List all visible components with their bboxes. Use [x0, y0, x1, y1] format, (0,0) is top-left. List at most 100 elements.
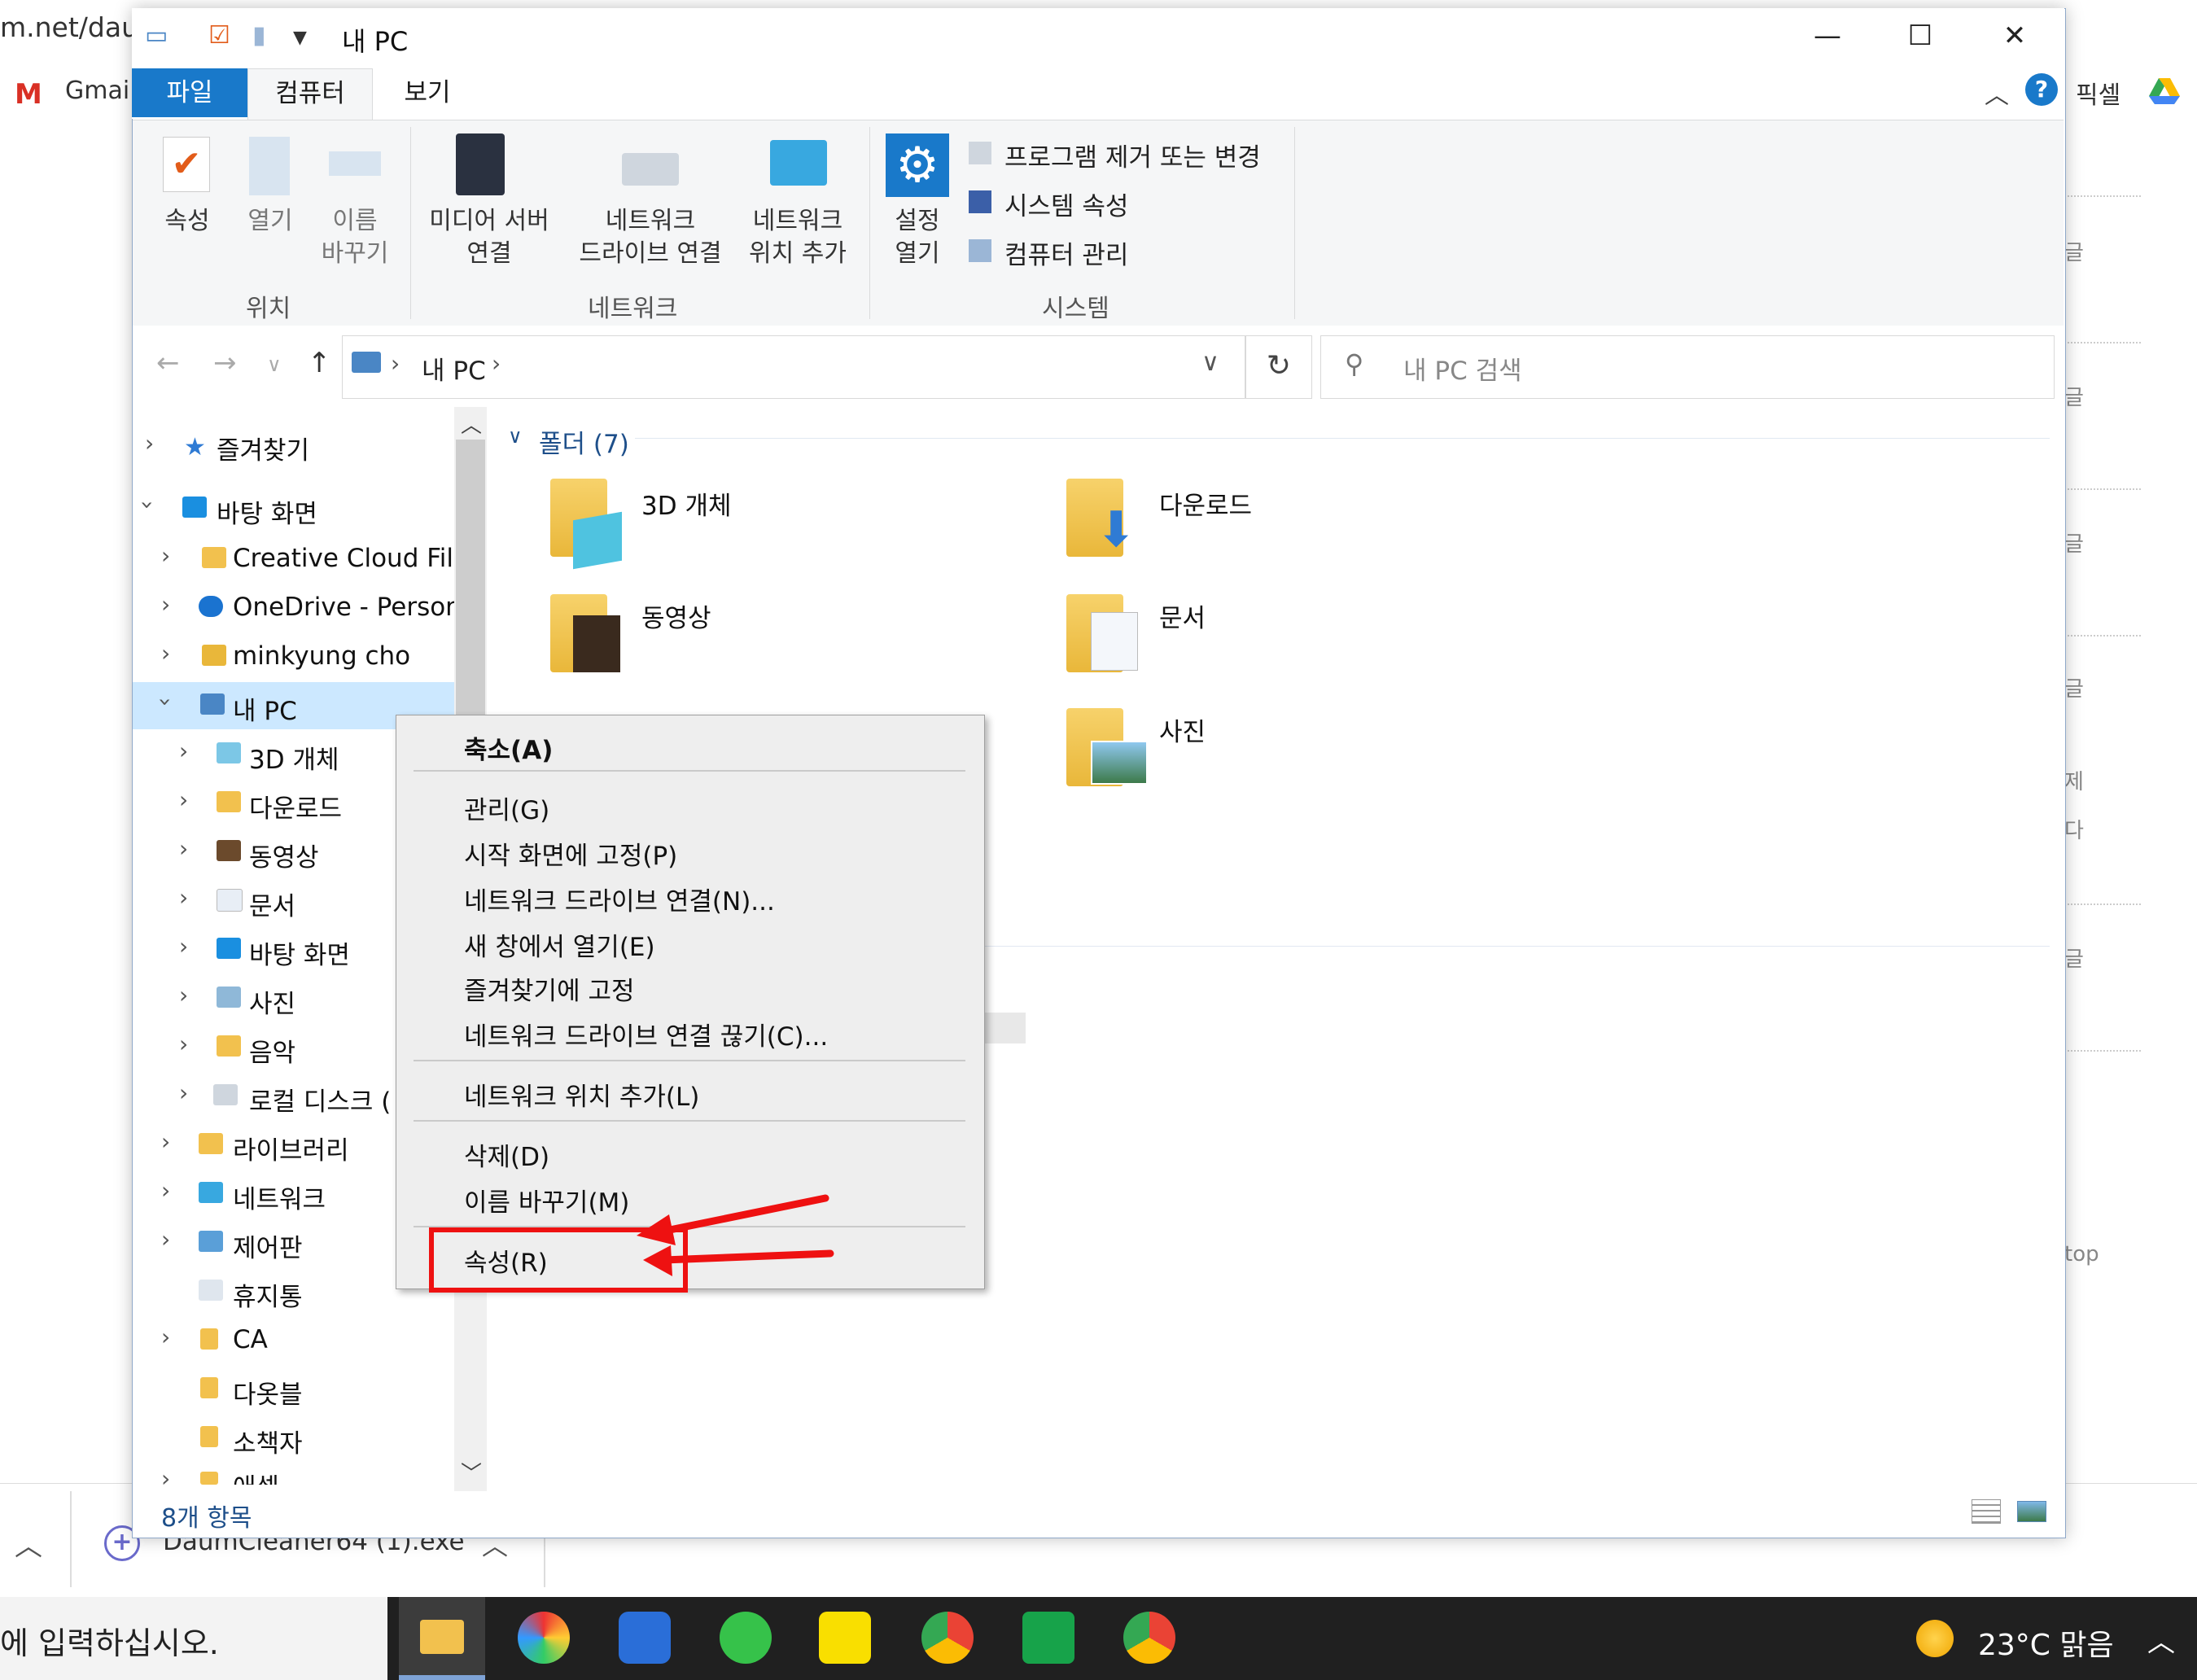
- back-arrow-icon[interactable]: ←: [156, 347, 180, 379]
- expand-chevron-icon[interactable]: ›: [161, 1323, 170, 1350]
- forward-arrow-icon[interactable]: →: [213, 347, 237, 379]
- media-server-line1[interactable]: 미디어 서버: [420, 205, 558, 238]
- add-location-line1[interactable]: 네트워크: [742, 205, 853, 238]
- system-properties-button[interactable]: 시스템 속성: [1004, 186, 1128, 222]
- open-button[interactable]: 열기: [238, 205, 303, 238]
- chrome-icon[interactable]: [921, 1612, 974, 1664]
- tree-item-desktop-folder[interactable]: 바탕 화면: [249, 934, 350, 971]
- expand-chevron-icon[interactable]: ›: [179, 933, 188, 960]
- folder-documents[interactable]: 문서: [1159, 597, 1206, 634]
- expand-chevron-icon[interactable]: ›: [161, 1128, 170, 1155]
- add-location-line2[interactable]: 위치 추가: [742, 238, 853, 270]
- menu-item-manage[interactable]: 관리(G): [464, 790, 549, 826]
- sun-icon[interactable]: [1916, 1620, 1954, 1657]
- menu-item-collapse[interactable]: 축소(A): [464, 729, 553, 766]
- new-folder-qa-icon[interactable]: ▮: [252, 21, 266, 50]
- tray-expand-icon[interactable]: ︿: [2147, 1620, 2175, 1660]
- collapse-chevron-icon[interactable]: ›: [134, 501, 161, 510]
- expand-chevron-icon[interactable]: ›: [161, 591, 170, 618]
- map-drive-line1[interactable]: 네트워크: [558, 205, 742, 238]
- tree-item-local-disk[interactable]: 로컬 디스크 (: [249, 1081, 391, 1118]
- tree-item-ca[interactable]: CA: [233, 1325, 268, 1354]
- google-drive-icon[interactable]: [2149, 77, 2180, 104]
- evernote-icon[interactable]: [720, 1612, 772, 1664]
- expand-chevron-icon[interactable]: ›: [145, 430, 154, 457]
- tree-item-folder[interactable]: 다옷블: [233, 1374, 303, 1411]
- open-settings-line2[interactable]: 열기: [882, 238, 952, 270]
- chevron-up-icon[interactable]: ︿: [15, 1524, 42, 1564]
- tab-computer[interactable]: 컴퓨터: [247, 68, 373, 121]
- browser-url-fragment[interactable]: m.net/dau: [0, 11, 138, 43]
- collapse-chevron-icon[interactable]: ›: [152, 698, 179, 707]
- tree-item-music[interactable]: 음악: [249, 1032, 295, 1069]
- menu-item-delete[interactable]: 삭제(D): [464, 1136, 549, 1173]
- tab-file[interactable]: 파일: [132, 68, 247, 117]
- tree-item-creative-cloud[interactable]: Creative Cloud Files: [233, 544, 482, 573]
- details-view-icon[interactable]: [1972, 1499, 2001, 1524]
- capture-app-icon[interactable]: [619, 1612, 671, 1664]
- folder-3d-objects[interactable]: 3D 개체: [641, 485, 732, 522]
- expand-chevron-icon[interactable]: ›: [161, 1226, 170, 1253]
- tree-item-documents[interactable]: 문서: [249, 886, 295, 922]
- expand-chevron-icon[interactable]: ›: [179, 737, 188, 764]
- expand-chevron-icon[interactable]: ›: [161, 542, 170, 569]
- kakao-k-icon[interactable]: [1022, 1612, 1074, 1664]
- close-button[interactable]: ✕: [1970, 11, 2059, 60]
- menu-item-pin-start[interactable]: 시작 화면에 고정(P): [464, 835, 677, 872]
- ribbon-collapse-icon[interactable]: ︿: [1985, 75, 2009, 111]
- uninstall-program-button[interactable]: 프로그램 제거 또는 변경: [1004, 137, 1261, 173]
- up-arrow-icon[interactable]: ↑: [308, 347, 331, 379]
- menu-item-rename[interactable]: 이름 바꾸기(M): [464, 1182, 629, 1218]
- expand-chevron-icon[interactable]: ›: [179, 1079, 188, 1106]
- menu-item-disconnect-drive[interactable]: 네트워크 드라이브 연결 끊기(C)...: [464, 1016, 828, 1052]
- breadcrumb-current[interactable]: 내 PC: [422, 350, 486, 387]
- taskbar-search-placeholder[interactable]: 에 입력하십시오.: [0, 1618, 219, 1663]
- tree-item-network[interactable]: 네트워크: [233, 1179, 326, 1215]
- search-placeholder[interactable]: 내 PC 검색: [1403, 350, 1522, 387]
- tree-item-onedrive[interactable]: OneDrive - Persona: [233, 593, 477, 622]
- menu-item-open-new-window[interactable]: 새 창에서 열기(E): [464, 926, 655, 963]
- tree-item-user[interactable]: minkyung cho: [233, 641, 410, 671]
- customize-qa-icon[interactable]: ▼: [293, 28, 307, 48]
- open-settings-line1[interactable]: 설정: [882, 205, 952, 238]
- tree-item-desktop[interactable]: 바탕 화면: [217, 493, 317, 530]
- tree-item-control-panel[interactable]: 제어판: [233, 1227, 303, 1264]
- bookmark-gmail[interactable]: Gmail: [65, 77, 137, 105]
- tree-item-libraries[interactable]: 라이브러리: [233, 1130, 349, 1166]
- tree-item-3d-objects[interactable]: 3D 개체: [249, 739, 339, 776]
- rename-button-line2[interactable]: 바꾸기: [313, 238, 397, 270]
- tree-item-this-pc[interactable]: 내 PC: [233, 690, 297, 727]
- folder-pictures[interactable]: 사진: [1159, 711, 1206, 748]
- chrome-profile-icon[interactable]: [1123, 1612, 1175, 1664]
- tree-item-pictures[interactable]: 사진: [249, 983, 295, 1020]
- help-icon[interactable]: ?: [2025, 73, 2058, 106]
- minimize-button[interactable]: —: [1783, 11, 1872, 60]
- expand-chevron-icon[interactable]: ›: [179, 786, 188, 813]
- expand-chevron-icon[interactable]: ›: [161, 640, 170, 667]
- tree-item-favorites[interactable]: 즐겨찾기: [217, 430, 309, 466]
- tree-item-partial[interactable]: 애셀: [233, 1467, 279, 1485]
- menu-item-map-drive[interactable]: 네트워크 드라이브 연결(N)...: [464, 881, 775, 917]
- weather-text[interactable]: 23°C 맑음: [1978, 1621, 2114, 1664]
- expand-chevron-icon[interactable]: ›: [179, 1030, 188, 1057]
- breadcrumb-chevron-icon[interactable]: ›: [391, 350, 400, 377]
- expand-chevron-icon[interactable]: ›: [179, 884, 188, 911]
- tree-item-downloads[interactable]: 다운로드: [249, 788, 342, 825]
- expand-chevron-icon[interactable]: ›: [161, 1177, 170, 1204]
- expand-chevron-icon[interactable]: ›: [179, 982, 188, 1008]
- photoscape-icon[interactable]: [518, 1612, 570, 1664]
- expand-chevron-icon[interactable]: ›: [179, 835, 188, 862]
- large-icons-view-icon[interactable]: [2017, 1501, 2046, 1522]
- address-dropdown-icon[interactable]: ∨: [1201, 348, 1219, 377]
- folder-videos[interactable]: 동영상: [641, 597, 711, 634]
- map-drive-line2[interactable]: 드라이브 연결: [558, 238, 742, 270]
- title-bar[interactable]: [132, 8, 2064, 68]
- recent-locations-icon[interactable]: ∨: [267, 353, 282, 376]
- maximize-button[interactable]: ☐: [1875, 11, 1965, 60]
- rename-button-line1[interactable]: 이름: [313, 205, 397, 238]
- breadcrumb-chevron-icon[interactable]: ›: [492, 350, 501, 377]
- tree-item-videos[interactable]: 동영상: [249, 837, 319, 873]
- scroll-up-icon[interactable]: ︿: [461, 409, 482, 439]
- tree-item-booklet[interactable]: 소책자: [233, 1423, 303, 1459]
- properties-button[interactable]: 속성: [155, 205, 220, 238]
